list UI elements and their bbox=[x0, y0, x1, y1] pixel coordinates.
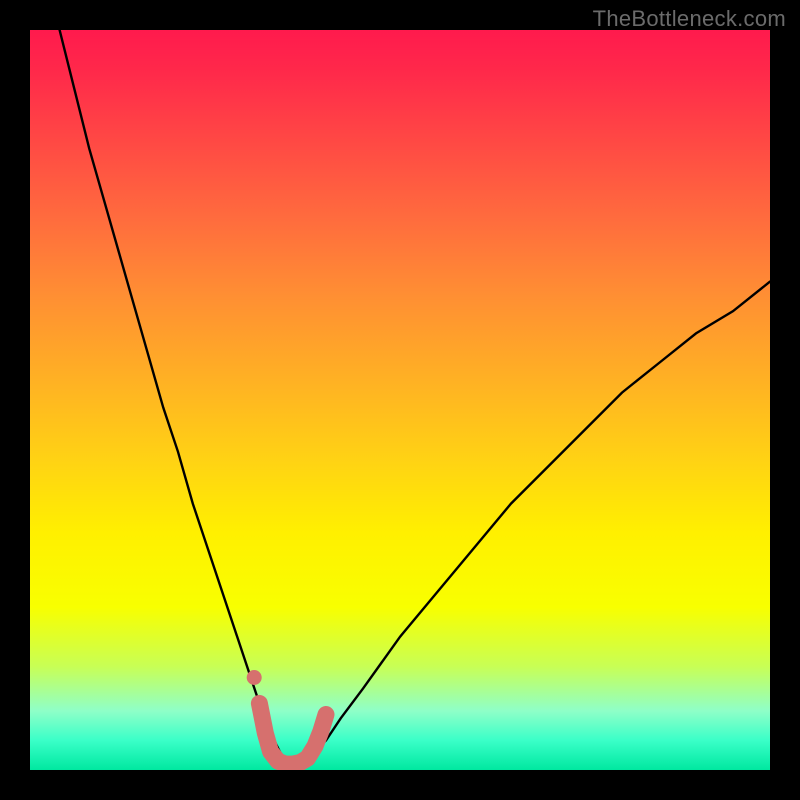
watermark-text: TheBottleneck.com bbox=[593, 6, 786, 32]
plot-area bbox=[30, 30, 770, 770]
valley-highlight bbox=[247, 670, 326, 764]
bottleneck-curve bbox=[60, 30, 770, 763]
valley-highlight-path bbox=[259, 703, 326, 764]
valley-highlight-dot bbox=[247, 670, 262, 685]
curve-layer bbox=[30, 30, 770, 770]
chart-frame: TheBottleneck.com bbox=[0, 0, 800, 800]
